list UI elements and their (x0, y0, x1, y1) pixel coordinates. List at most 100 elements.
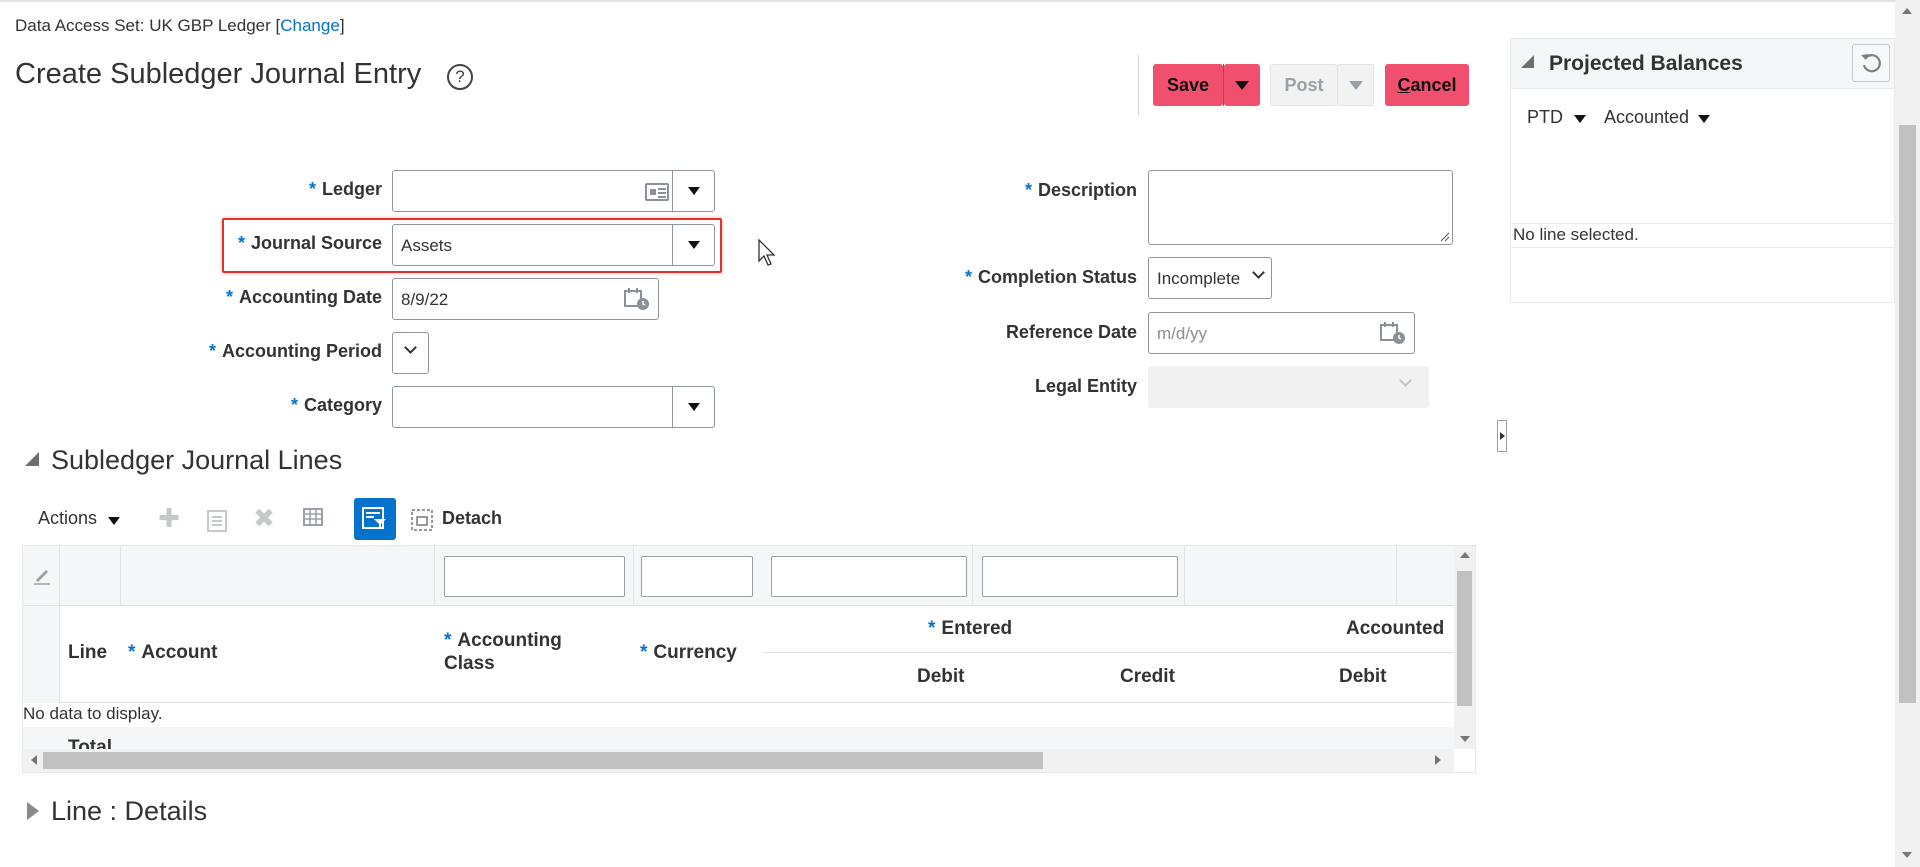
no-line-selected-message: No line selected. (1513, 225, 1639, 244)
delete-row-icon[interactable]: ✖ (251, 503, 277, 534)
filter-icon (362, 507, 386, 529)
actions-menu[interactable]: Actions (38, 508, 97, 529)
refresh-button[interactable] (1852, 44, 1890, 82)
panel-splitter-handle[interactable] (1497, 420, 1507, 452)
expand-triangle-icon[interactable] (27, 802, 39, 820)
caret-down-icon (1235, 80, 1249, 90)
column-group-accounted: Accounted (1346, 618, 1445, 639)
page-vertical-scrollbar[interactable] (1895, 0, 1920, 867)
scroll-up-icon[interactable] (1460, 552, 1470, 558)
caret-down-icon (687, 241, 700, 249)
edit-pencil-icon[interactable] (32, 566, 52, 586)
post-button[interactable]: Post (1270, 64, 1338, 106)
caret-down-icon (1348, 80, 1363, 90)
description-textarea[interactable] (1148, 170, 1453, 245)
caret-down-icon (1698, 115, 1710, 123)
completion-status-label: * Completion Status (964, 267, 1137, 287)
ledger-dropdown-button[interactable] (672, 171, 714, 211)
calendar-icon[interactable] (624, 287, 650, 311)
accounted-selector[interactable]: Accounted (1604, 107, 1689, 128)
column-header-row (23, 606, 1454, 703)
scroll-down-icon[interactable] (1460, 736, 1470, 742)
column-entered-debit[interactable]: Debit (917, 666, 965, 688)
cancel-button[interactable]: Cancel (1385, 64, 1469, 106)
entered-debit-filter-input[interactable] (771, 556, 967, 597)
accounting-date-field[interactable]: 8/9/22 (392, 278, 659, 320)
description-label: * Description (1024, 180, 1137, 200)
column-entered-credit[interactable]: Credit (1120, 666, 1175, 688)
ledger-field[interactable] (392, 170, 715, 212)
ledger-label: * Ledger (308, 179, 382, 199)
add-row-icon[interactable]: ✚ (156, 503, 182, 534)
save-menu-button[interactable] (1224, 64, 1260, 106)
journal-source-field[interactable]: Assets (392, 224, 715, 266)
vertical-scrollbar[interactable] (1454, 546, 1475, 749)
line-details-section-title[interactable]: Line : Details (51, 796, 207, 827)
column-account[interactable]: * Account (128, 642, 217, 664)
post-menu-button[interactable] (1337, 64, 1374, 106)
caret-down-icon (687, 403, 700, 411)
column-accounting-class[interactable]: * Accounting Class (444, 629, 562, 675)
chevron-down-icon (404, 341, 417, 354)
chevron-down-icon (1252, 266, 1265, 279)
accounting-date-label: * Accounting Date (225, 287, 382, 307)
save-button[interactable]: Save (1153, 64, 1223, 106)
projected-balances-title: Projected Balances (1549, 52, 1743, 75)
currency-filter-input[interactable] (641, 556, 753, 597)
resize-handle-icon[interactable] (1440, 232, 1450, 242)
column-group-entered: * Entered (928, 618, 1013, 639)
column-line[interactable]: Line (68, 642, 107, 664)
category-field[interactable] (392, 386, 715, 428)
data-access-set: Data Access Set: UK GBP Ledger [Change] (15, 16, 345, 35)
entered-credit-filter-input[interactable] (982, 556, 1178, 597)
column-currency[interactable]: * Currency (640, 642, 737, 664)
help-icon[interactable]: ? (447, 64, 473, 90)
data-access-set-value: UK GBP Ledger (149, 16, 271, 35)
caret-down-icon (1574, 115, 1586, 123)
scroll-right-icon[interactable] (1435, 755, 1441, 765)
chevron-down-icon (1399, 374, 1412, 387)
journal-source-dropdown-button[interactable] (672, 225, 714, 265)
journal-lines-table: Line * Account * Accounting Class * Currency… (22, 545, 1476, 773)
scroll-up-icon[interactable] (1902, 8, 1912, 14)
scroll-left-icon[interactable] (31, 755, 37, 765)
category-label: * Category (290, 395, 382, 415)
total-label: Total (68, 737, 112, 749)
duplicate-row-icon[interactable] (206, 509, 228, 533)
column-accounted-debit[interactable]: Debit (1339, 666, 1387, 688)
top-border (0, 0, 1920, 2)
category-dropdown-button[interactable] (672, 387, 714, 427)
reference-date-field[interactable]: m/d/yy (1148, 312, 1415, 354)
lines-section-title: Subledger Journal Lines (51, 445, 343, 475)
scroll-down-icon[interactable] (1902, 852, 1912, 858)
page-scroll-thumb[interactable] (1899, 125, 1916, 703)
collapse-triangle-icon[interactable] (1521, 55, 1534, 68)
page-title: Create Subledger Journal Entry (15, 58, 422, 90)
table-settings-icon[interactable] (302, 507, 326, 531)
ptd-selector[interactable]: PTD (1527, 107, 1563, 128)
detach-icon[interactable] (410, 508, 434, 532)
horizontal-scrollbar[interactable] (23, 749, 1454, 772)
accounting-period-select[interactable] (392, 332, 429, 374)
query-by-example-button[interactable] (354, 498, 396, 540)
accounting-class-filter-input[interactable] (444, 556, 625, 597)
list-icon[interactable] (645, 183, 669, 201)
caret-down-icon (108, 517, 120, 525)
projected-balances-panel: Projected Balances PTD Accounted No line… (1510, 38, 1895, 303)
caret-right-icon (1500, 432, 1505, 440)
empty-table-message: No data to display. (23, 704, 163, 723)
collapse-triangle-icon[interactable] (25, 452, 39, 466)
change-link[interactable]: Change (280, 16, 340, 35)
reference-date-label: Reference Date (1005, 322, 1137, 342)
detach-button[interactable]: Detach (442, 508, 502, 529)
accounting-period-label: * Accounting Period (208, 341, 382, 361)
vertical-scroll-thumb[interactable] (1457, 571, 1472, 706)
refresh-icon (1861, 54, 1881, 73)
total-row: Total (23, 727, 1454, 749)
mouse-cursor-icon (758, 239, 776, 266)
caret-down-icon (687, 187, 700, 195)
completion-status-select[interactable]: Incomplete (1148, 257, 1272, 299)
journal-source-label: * Journal Source (237, 233, 382, 253)
horizontal-scroll-thumb[interactable] (43, 752, 1043, 769)
calendar-icon[interactable] (1380, 321, 1406, 345)
